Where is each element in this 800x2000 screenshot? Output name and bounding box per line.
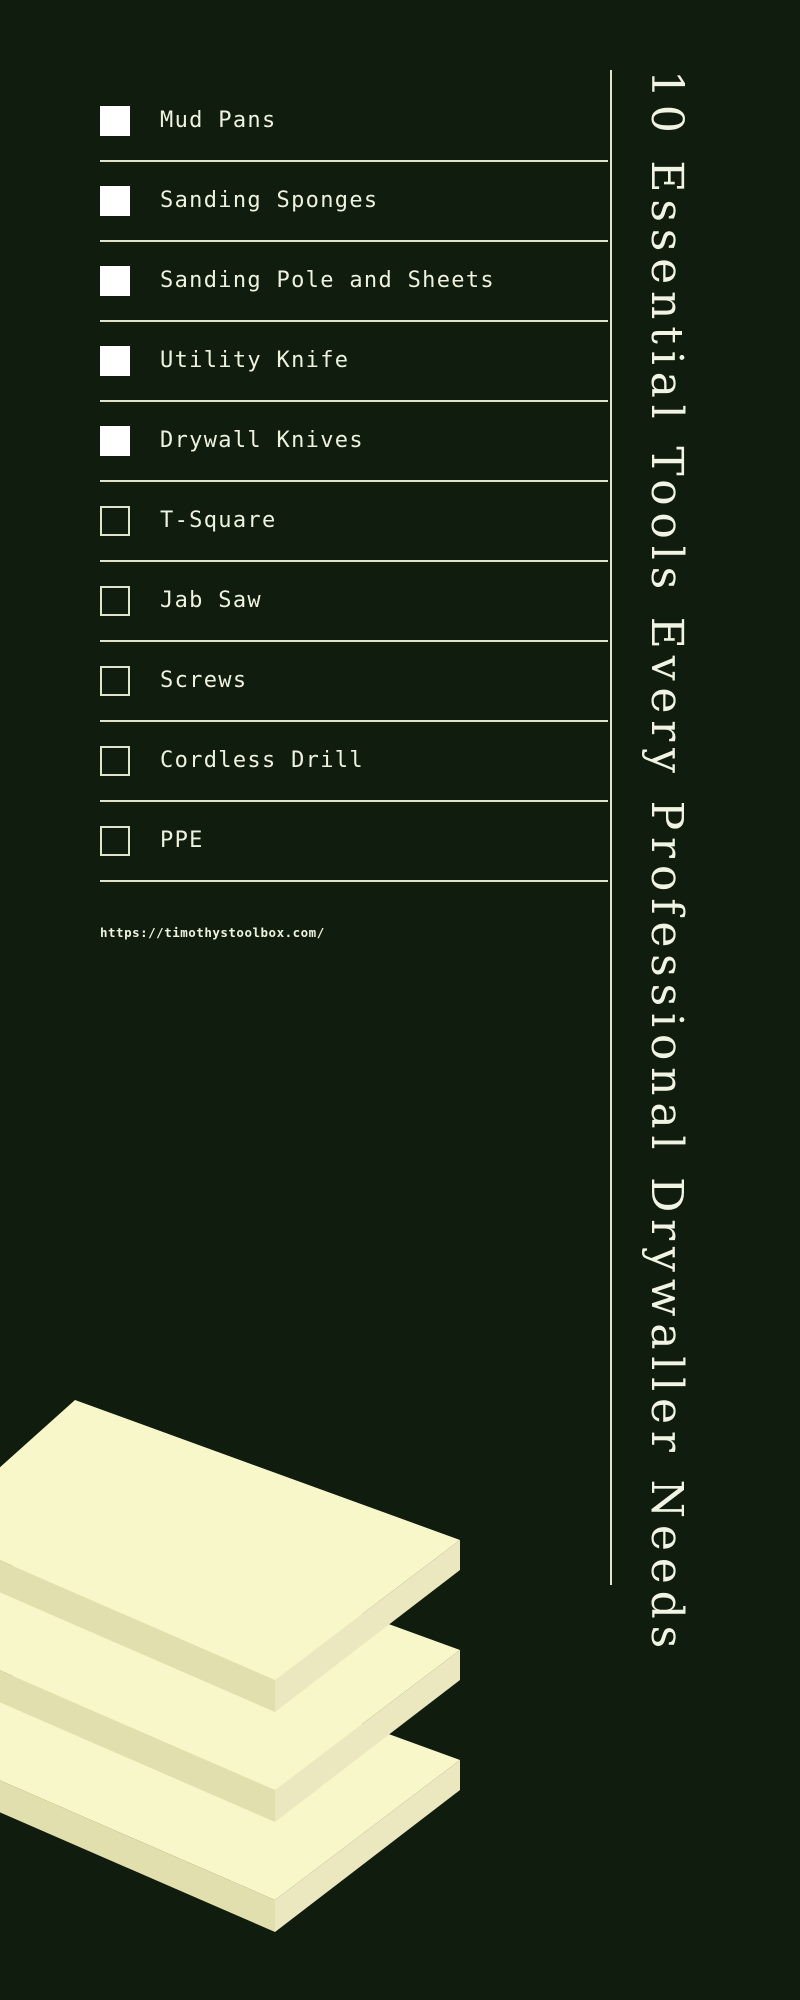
checklist-item-label: Jab Saw [160, 588, 262, 613]
checklist-row[interactable]: Sanding Pole and Sheets [100, 242, 608, 322]
checklist-item-label: Screws [160, 668, 248, 693]
checklist-item-label: Cordless Drill [160, 748, 364, 773]
drywall-sheet-stack-illustration [0, 1320, 460, 2000]
checkbox-checked-icon[interactable] [100, 346, 130, 376]
checkbox-checked-icon[interactable] [100, 426, 130, 456]
site-url[interactable]: https://timothystoolbox.com/ [100, 925, 325, 940]
checklist-row[interactable]: PPE [100, 802, 608, 882]
checklist-item-label: Utility Knife [160, 348, 350, 373]
checkbox-unchecked-icon[interactable] [100, 826, 130, 856]
checkbox-checked-icon[interactable] [100, 106, 130, 136]
vertical-title-container: 10 Essential Tools Every Professional Dr… [612, 70, 692, 1655]
checklist-item-label: Sanding Pole and Sheets [160, 268, 495, 293]
checkbox-unchecked-icon[interactable] [100, 746, 130, 776]
checkbox-unchecked-icon[interactable] [100, 506, 130, 536]
checkbox-checked-icon[interactable] [100, 266, 130, 296]
checklist-item-label: Drywall Knives [160, 428, 364, 453]
checklist-item-label: PPE [160, 828, 204, 853]
checklist-row[interactable]: Cordless Drill [100, 722, 608, 802]
page-title: 10 Essential Tools Every Professional Dr… [641, 70, 692, 1655]
checkbox-unchecked-icon[interactable] [100, 586, 130, 616]
checklist-row[interactable]: Screws [100, 642, 608, 722]
checkbox-unchecked-icon[interactable] [100, 666, 130, 696]
checkbox-checked-icon[interactable] [100, 186, 130, 216]
checklist-row[interactable]: Mud Pans [100, 82, 608, 162]
poster-canvas: Mud Pans Sanding Sponges Sanding Pole and … [0, 0, 800, 2000]
checklist-item-label: T-Square [160, 508, 277, 533]
checklist-row[interactable]: Utility Knife [100, 322, 608, 402]
checklist-row[interactable]: T-Square [100, 482, 608, 562]
checklist-item-label: Mud Pans [160, 108, 277, 133]
checklist-row[interactable]: Sanding Sponges [100, 162, 608, 242]
tool-checklist: Mud Pans Sanding Sponges Sanding Pole and … [100, 82, 608, 882]
checklist-row[interactable]: Jab Saw [100, 562, 608, 642]
checklist-item-label: Sanding Sponges [160, 188, 379, 213]
checklist-row[interactable]: Drywall Knives [100, 402, 608, 482]
